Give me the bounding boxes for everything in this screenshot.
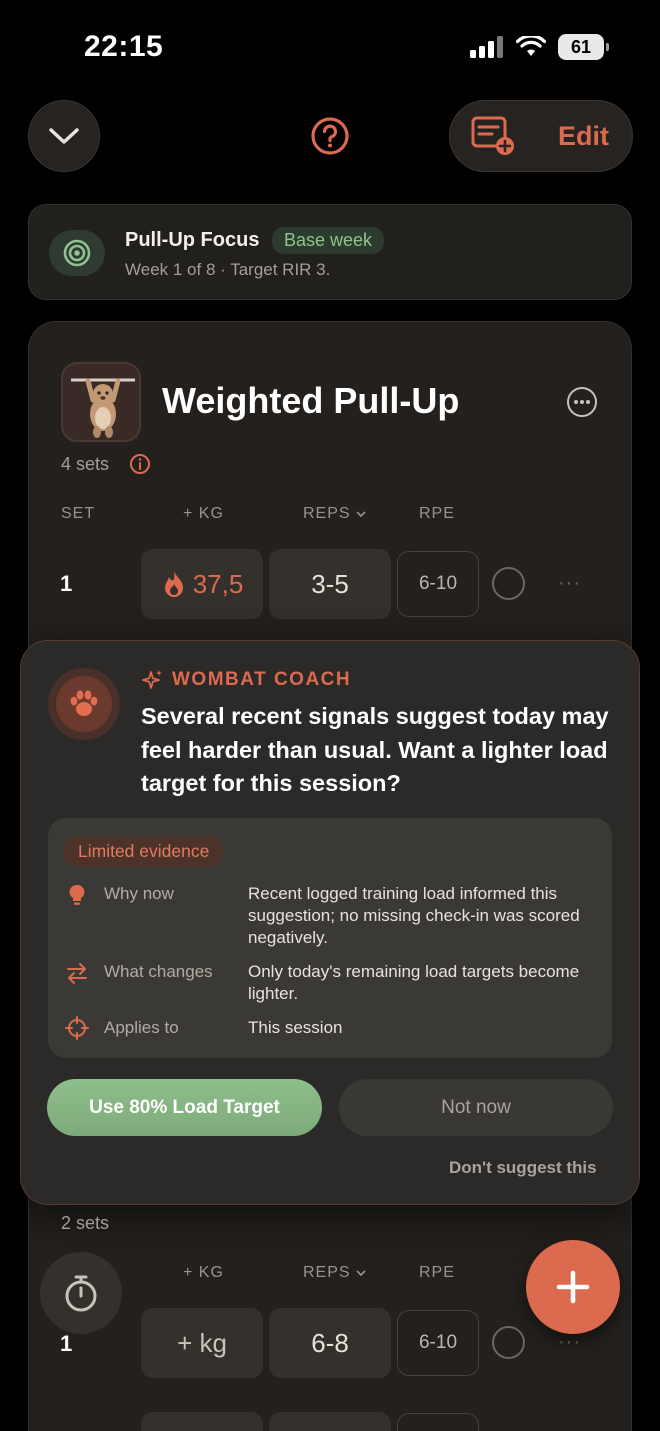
set-complete-checkbox-2[interactable] bbox=[492, 1326, 525, 1359]
chevron-down-icon bbox=[356, 511, 366, 518]
week-type-badge: Base week bbox=[272, 227, 385, 254]
evidence-label-applies: Applies to bbox=[104, 1018, 179, 1037]
rpe-field-3[interactable] bbox=[397, 1413, 479, 1431]
status-time: 22:15 bbox=[84, 30, 164, 63]
evidence-text-applies: This session bbox=[248, 1018, 343, 1037]
use-load-target-button[interactable]: Use 80% Load Target bbox=[47, 1079, 322, 1136]
column-header-reps[interactable]: REPS bbox=[303, 505, 366, 523]
program-title: Pull-Up Focus bbox=[125, 229, 260, 251]
dont-suggest-link[interactable]: Don't suggest this bbox=[449, 1158, 597, 1178]
stopwatch-icon bbox=[65, 1275, 97, 1312]
target-icon bbox=[49, 230, 105, 276]
coach-avatar bbox=[48, 668, 120, 740]
reps-header-label-2: REPS bbox=[303, 1264, 351, 1281]
info-icon[interactable] bbox=[129, 453, 151, 475]
chevron-down-icon bbox=[49, 128, 79, 144]
exercise-title: Weighted Pull-Up bbox=[162, 380, 460, 421]
paw-icon bbox=[70, 690, 98, 716]
set-complete-checkbox[interactable] bbox=[492, 567, 525, 600]
weight-value: 37,5 bbox=[192, 568, 244, 599]
evidence-label-why: Why now bbox=[104, 884, 174, 903]
program-subtitle: Week 1 of 8 · Target RIR 3. bbox=[125, 260, 331, 279]
weight-placeholder: + kg bbox=[177, 1327, 227, 1358]
column-header-kg-2: + KG bbox=[183, 1264, 224, 1281]
wombat-pullup-illustration bbox=[71, 378, 135, 438]
sets-count-text: 4 sets bbox=[61, 454, 110, 474]
column-header-set: SET bbox=[61, 505, 96, 522]
rpe-value-2: 6-10 bbox=[418, 1332, 458, 1353]
column-header-rpe: RPE bbox=[419, 505, 455, 522]
rpe-field-2[interactable]: 6-10 bbox=[397, 1310, 479, 1376]
evidence-text-changes: Only today's remaining load targets beco… bbox=[248, 962, 580, 1003]
reps-field-2[interactable]: 6-8 bbox=[269, 1308, 391, 1378]
program-card[interactable]: Pull-Up Focus Base week Week 1 of 8 · Ta… bbox=[28, 204, 632, 300]
evidence-badge: Limited evidence bbox=[64, 836, 224, 867]
more-options-button[interactable] bbox=[567, 387, 597, 417]
edit-button[interactable]: Edit bbox=[449, 100, 633, 172]
reps-field[interactable]: 3-5 bbox=[269, 549, 391, 619]
weight-field[interactable]: 37,5 bbox=[141, 549, 263, 619]
add-button[interactable] bbox=[526, 1240, 620, 1334]
wifi-icon bbox=[516, 36, 546, 56]
reps-value: 3-5 bbox=[311, 568, 349, 599]
column-header-reps-2[interactable]: REPS bbox=[303, 1264, 366, 1282]
status-icons: 61 bbox=[470, 34, 609, 60]
battery-level: 61 bbox=[570, 36, 592, 57]
edit-label: Edit bbox=[558, 120, 609, 151]
cellular-signal-icon bbox=[470, 36, 503, 58]
reps-value-2: 6-8 bbox=[311, 1327, 349, 1358]
help-button[interactable] bbox=[310, 116, 350, 156]
question-icon bbox=[311, 117, 349, 155]
add-note-icon bbox=[471, 116, 514, 155]
flame-icon bbox=[164, 571, 183, 597]
weight-field-2[interactable]: + kg bbox=[141, 1308, 263, 1378]
rest-timer-button[interactable] bbox=[40, 1252, 122, 1334]
set-number: 1 bbox=[60, 571, 73, 596]
swap-arrows-icon bbox=[67, 963, 87, 984]
collapse-button[interactable] bbox=[28, 100, 100, 172]
sets-count: 4 sets bbox=[61, 454, 109, 475]
plus-icon bbox=[556, 1270, 590, 1304]
column-header-kg: + KG bbox=[183, 505, 224, 522]
not-now-button[interactable]: Not now bbox=[339, 1079, 613, 1136]
set-more-icon[interactable]: ··· bbox=[558, 572, 581, 595]
sparkle-icon bbox=[142, 670, 162, 689]
column-header-rpe-2: RPE bbox=[419, 1264, 455, 1281]
exercise-thumbnail[interactable] bbox=[61, 362, 141, 442]
crosshair-icon bbox=[65, 1016, 89, 1040]
coach-label: WOMBAT COACH bbox=[172, 669, 352, 690]
reps-header-label: REPS bbox=[303, 505, 351, 522]
coach-message: Several recent signals suggest today may… bbox=[141, 703, 609, 796]
lightbulb-icon bbox=[69, 884, 85, 905]
set-number-2: 1 bbox=[60, 1331, 73, 1356]
sets-count-2: 2 sets bbox=[61, 1213, 110, 1233]
chevron-down-icon bbox=[356, 1270, 366, 1277]
set-more-icon-2[interactable]: ··· bbox=[558, 1331, 581, 1354]
evidence-text-why: Recent logged training load informed thi… bbox=[248, 884, 580, 947]
evidence-label-changes: What changes bbox=[104, 962, 213, 981]
reps-field-3[interactable] bbox=[269, 1412, 391, 1431]
rpe-field[interactable]: 6-10 bbox=[397, 551, 479, 617]
battery-indicator: 61 bbox=[558, 34, 609, 60]
rpe-value: 6-10 bbox=[418, 573, 458, 594]
more-dots-icon bbox=[574, 400, 590, 404]
weight-field-3[interactable] bbox=[141, 1412, 263, 1431]
